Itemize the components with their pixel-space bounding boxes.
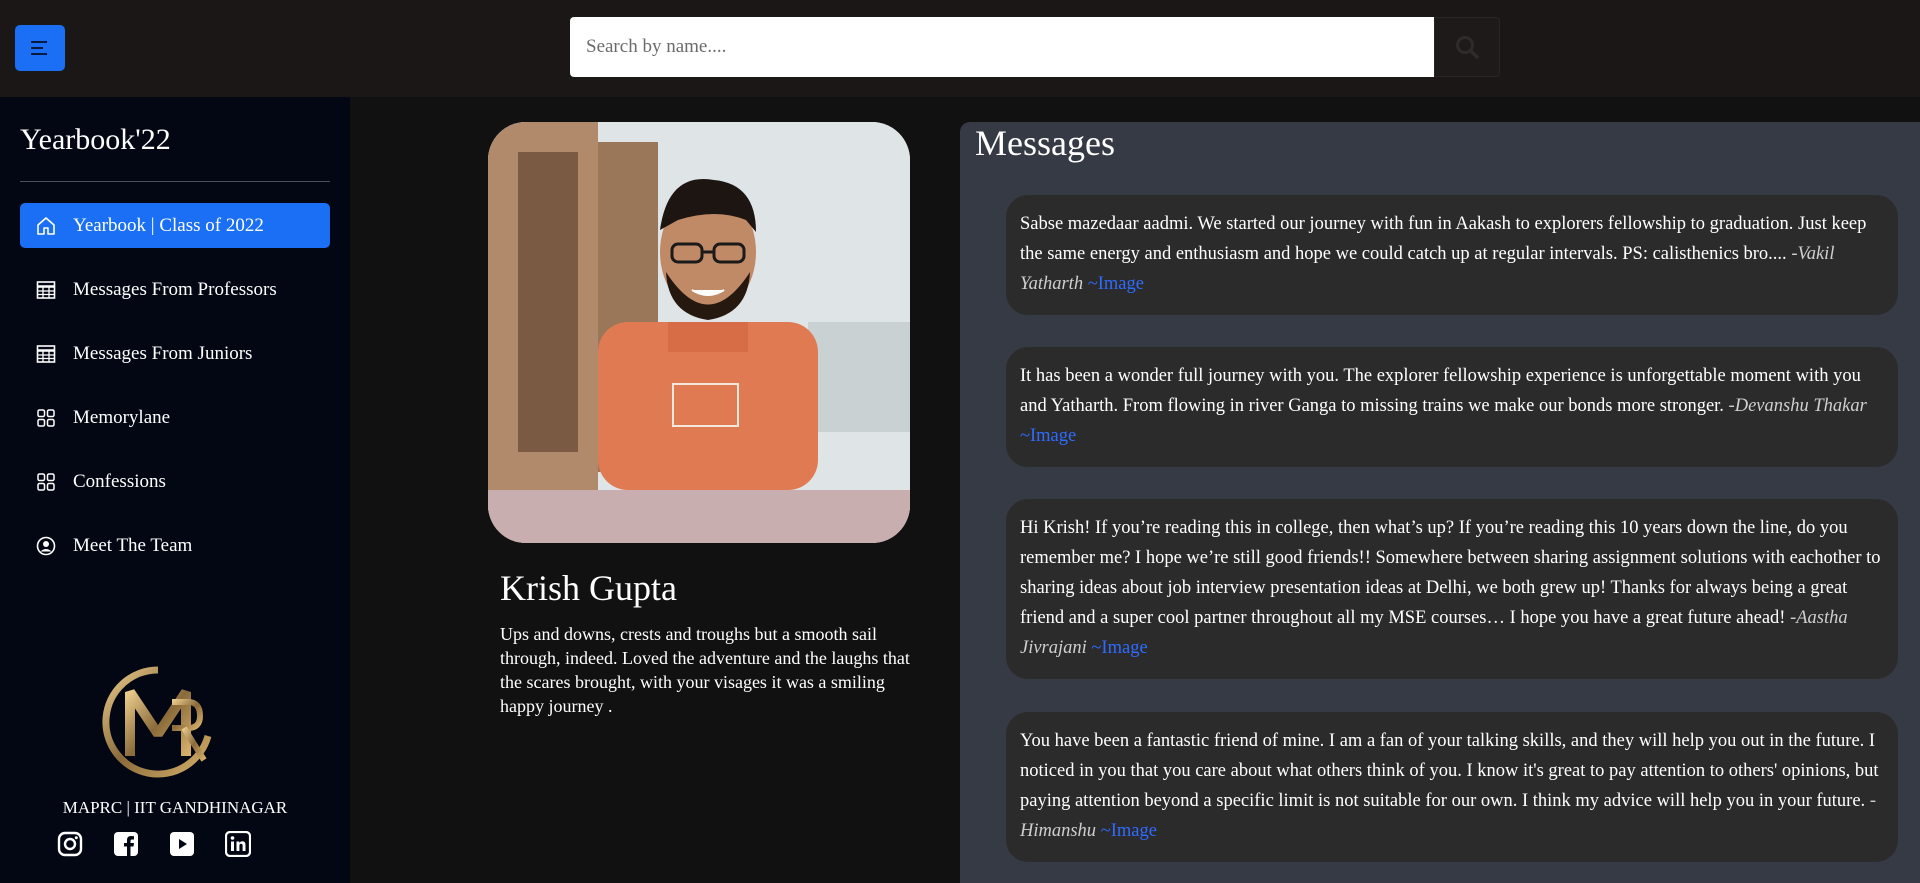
search-bar (570, 17, 1500, 77)
sidebar-item-juniors[interactable]: Messages From Juniors (20, 331, 330, 376)
message-text: Sabse mazedaar aadmi. We started our jou… (1020, 214, 1867, 264)
sidebar-item-label: Yearbook | Class of 2022 (73, 214, 264, 236)
maprc-logo (100, 664, 216, 780)
instagram-icon[interactable] (56, 830, 84, 858)
search-input[interactable] (570, 17, 1434, 77)
sidebar-item-professors[interactable]: Messages From Professors (20, 267, 330, 312)
social-links (56, 830, 252, 858)
sidebar-item-label: Confessions (73, 470, 166, 492)
youtube-icon[interactable] (168, 830, 196, 858)
profile-bio: Ups and downs, crests and troughs but a … (500, 624, 910, 716)
menu-icon (31, 41, 47, 55)
message-card: You have been a fantastic friend of mine… (1006, 712, 1898, 862)
table-icon (36, 344, 56, 364)
sidebar-nav: Yearbook | Class of 2022 Messages From P… (20, 203, 330, 587)
org-label: MAPRC | IIT GANDHINAGAR (62, 798, 288, 817)
sidebar-item-confessions[interactable]: Confessions (20, 459, 330, 504)
sidebar-item-label: Messages From Juniors (73, 342, 253, 364)
message-card: It has been a wonder full journey with y… (1006, 347, 1898, 467)
table-icon (36, 280, 56, 300)
profile-name: Krish Gupta (500, 568, 677, 608)
messages-panel: Messages Sabse mazedaar aadmi. We starte… (960, 122, 1920, 883)
sidebar-divider (20, 181, 330, 182)
message-image-link[interactable]: ~Image (1091, 638, 1147, 658)
sidebar-item-label: Memorylane (73, 406, 171, 428)
sidebar-item-label: Meet The Team (73, 534, 193, 556)
sidebar-item-label: Messages From Professors (73, 278, 277, 300)
facebook-icon[interactable] (112, 830, 140, 858)
message-card: Hi Krish! If you’re reading this in coll… (1006, 499, 1898, 679)
sidebar-item-yearbook[interactable]: Yearbook | Class of 2022 (20, 203, 330, 248)
message-image-link[interactable]: ~Image (1020, 426, 1076, 446)
grid-icon (36, 408, 56, 428)
grid-icon (36, 472, 56, 492)
sidebar-item-memorylane[interactable]: Memorylane (20, 395, 330, 440)
sidebar-item-team[interactable]: Meet The Team (20, 523, 330, 568)
profile-photo (488, 122, 910, 543)
search-button[interactable] (1434, 17, 1500, 77)
sidebar: Yearbook'22 Yearbook | Class of 2022 Mes… (0, 97, 350, 883)
message-image-link[interactable]: ~Image (1101, 821, 1157, 841)
home-icon (36, 216, 56, 236)
sidebar-brand: Yearbook'22 (20, 123, 171, 156)
message-image-link[interactable]: ~Image (1088, 274, 1144, 294)
message-author: -Devanshu Thakar (1728, 396, 1867, 416)
search-icon (1456, 36, 1479, 59)
menu-toggle-button[interactable] (15, 25, 65, 71)
linkedin-icon[interactable] (224, 830, 252, 858)
message-text: Hi Krish! If you’re reading this in coll… (1020, 518, 1881, 628)
top-bar (0, 0, 1920, 97)
messages-title: Messages (975, 123, 1115, 163)
user-circle-icon (36, 536, 56, 556)
message-text: You have been a fantastic friend of mine… (1020, 731, 1879, 811)
message-card: Sabse mazedaar aadmi. We started our jou… (1006, 195, 1898, 315)
